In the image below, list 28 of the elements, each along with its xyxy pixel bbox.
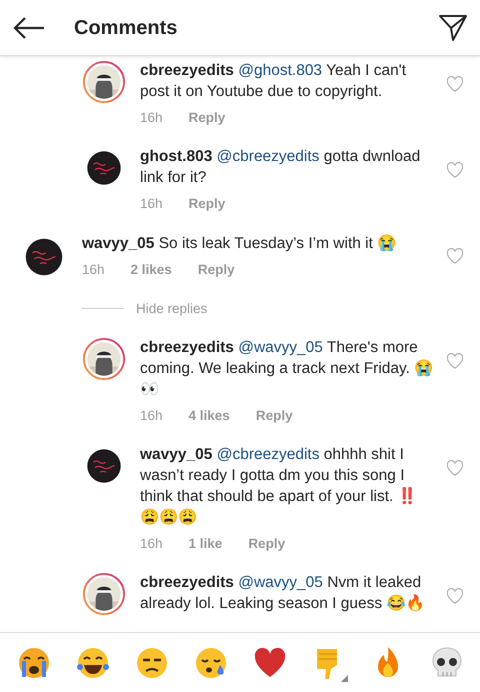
reply-link[interactable]: Reply <box>256 406 293 426</box>
likes-count[interactable]: 2 likes <box>130 260 172 280</box>
page-title: Comments <box>74 16 178 40</box>
comment-time: 16h <box>140 406 163 425</box>
hide-replies-link[interactable]: Hide replies <box>136 298 208 319</box>
comment-text: wavyy_05 So its leak Tuesday’s I’m with it 😭 <box>82 234 398 254</box>
back-arrow-icon[interactable] <box>12 16 46 40</box>
mention-link[interactable]: @cbreezyedits <box>216 148 320 166</box>
reply-link[interactable]: Reply <box>188 108 226 128</box>
mention-link[interactable]: @wavyy_05 <box>238 338 323 356</box>
likes-count[interactable]: 4 likes <box>188 406 230 426</box>
mention-link[interactable]: @ghost.803 <box>238 62 322 79</box>
reply-link[interactable]: Reply <box>188 194 226 214</box>
comment-time: 16h <box>140 535 163 553</box>
reply-link[interactable]: Reply <box>198 260 235 280</box>
comment-text: cbreezyedits @wavyy_05 Nvm it leaked already lol. Leaking season I guess 😂🔥 <box>140 573 426 614</box>
comment-text: cbreezyedits @wavyy_05 There's more coming. We leaking a track next Friday. 😭 👀 <box>140 338 434 400</box>
reply-link[interactable]: Reply <box>248 534 286 554</box>
mention-link[interactable]: @cbreezyedits <box>216 446 320 463</box>
comment-text: wavyy_05 @cbreezyedits ohhhh shit I wasn’t ready I gotta dm you this song I think that should be apart of your list. ‼ 😩😩😩 <box>140 445 418 528</box>
comment-text: cbreezyedits @ghost.803 Yeah I can't post it on Youtube due to copyright. <box>140 61 408 102</box>
comment-time: 16h <box>140 195 163 214</box>
comment-time: 16h <box>140 109 163 127</box>
likes-count[interactable]: 1 like <box>188 534 222 554</box>
comment-time: 16h <box>82 260 105 278</box>
mention-link[interactable]: @wavyy_05 <box>238 574 323 592</box>
send-icon[interactable] <box>438 14 468 42</box>
comment-text: ghost.803 @cbreezyedits gotta dwnload link for it? <box>140 147 422 188</box>
